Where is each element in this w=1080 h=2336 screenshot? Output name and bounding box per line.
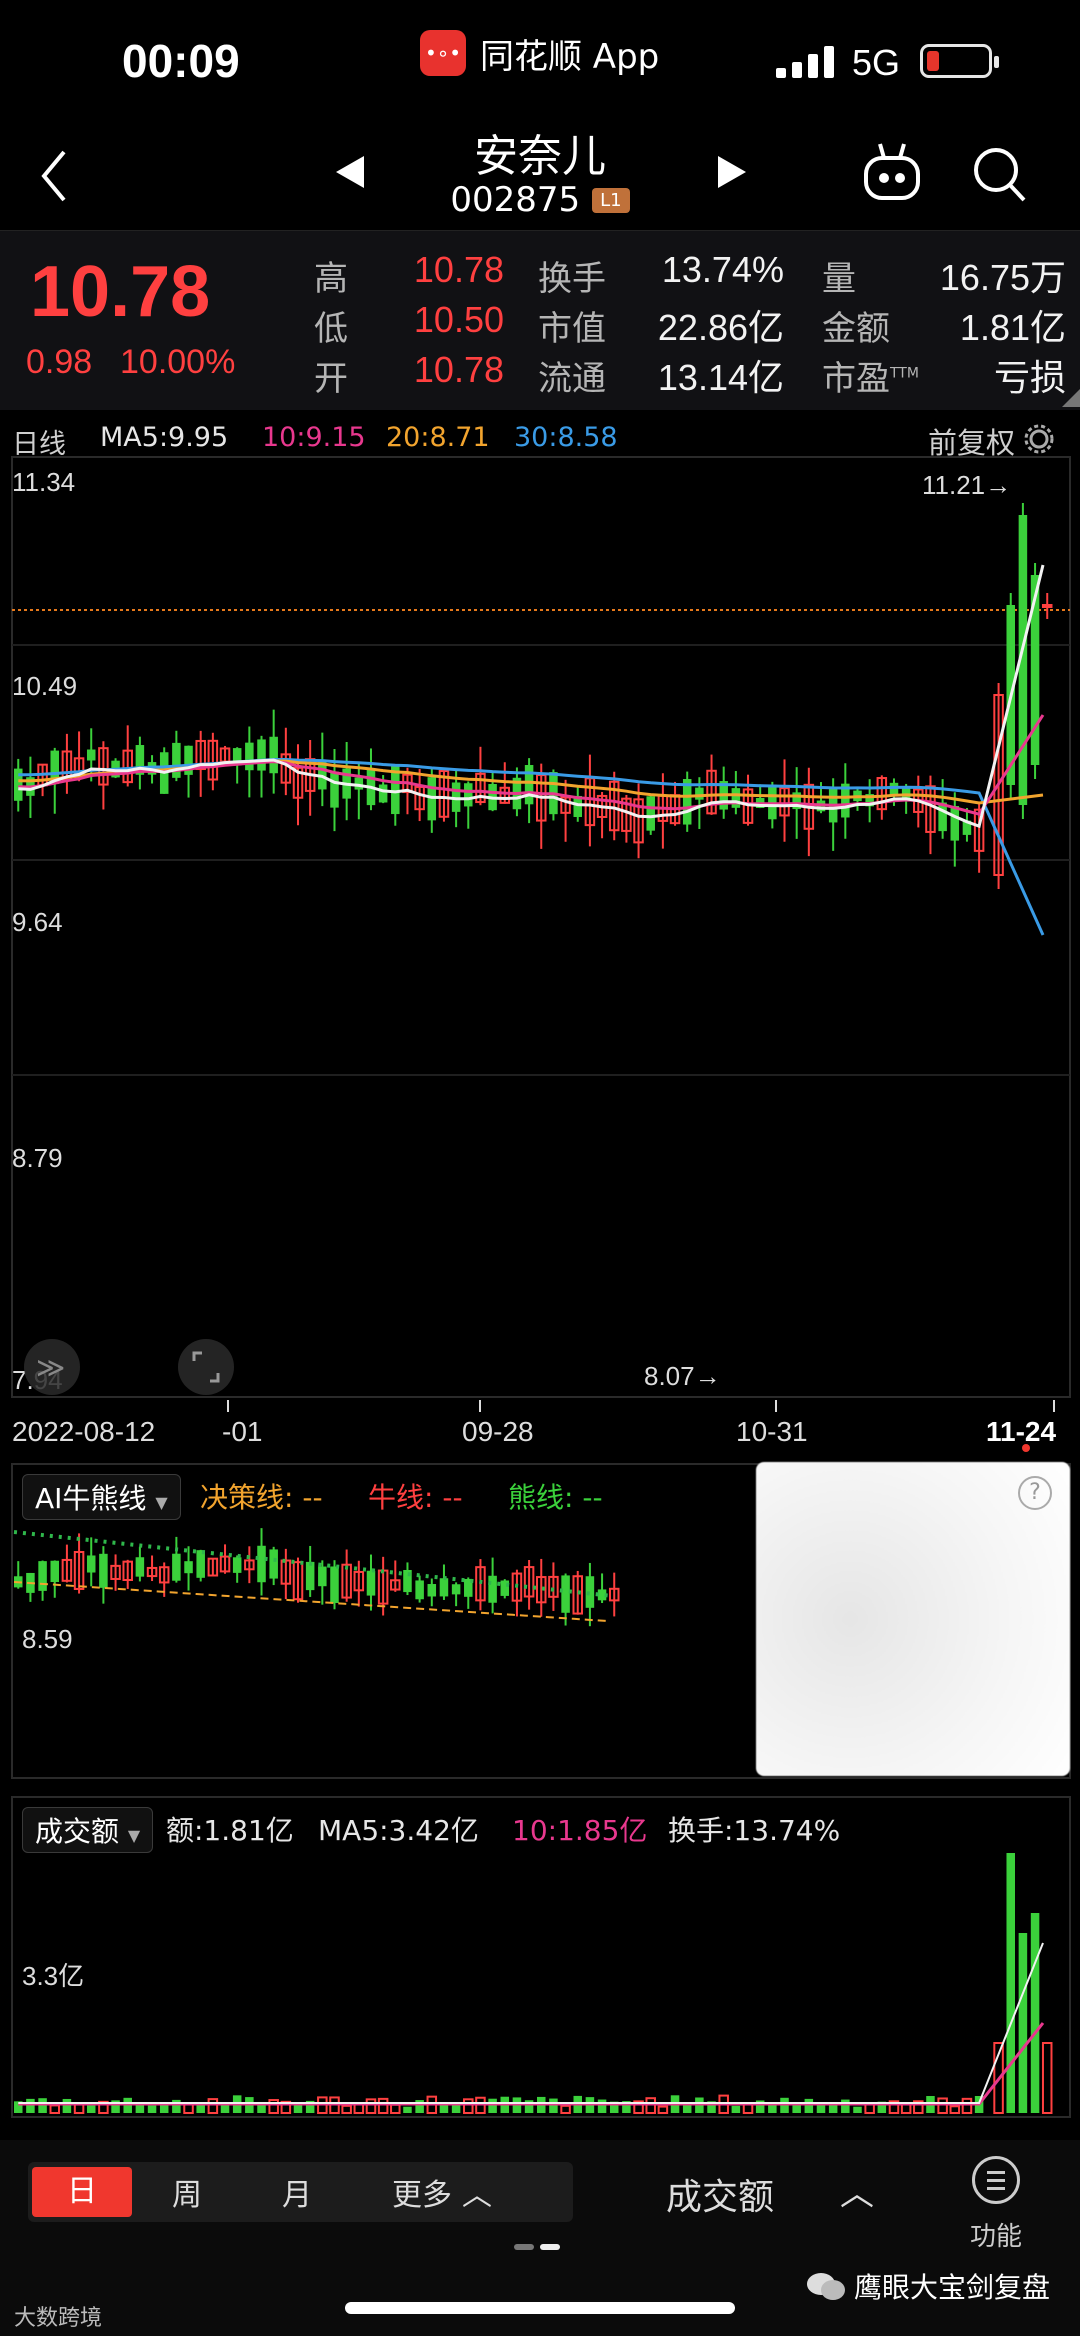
turnover-label: 换手: [538, 259, 606, 299]
ma10-legend: 10:9.15: [262, 422, 366, 453]
ma20-legend: 20:8.71: [386, 422, 490, 453]
settings-gear-icon[interactable]: [1024, 424, 1054, 454]
high-label: 高: [314, 259, 348, 299]
volume-label: 量: [822, 259, 856, 299]
date-1: 2022-08-12: [12, 1416, 156, 1447]
expand-corner-icon[interactable]: [1062, 389, 1080, 407]
amount-ma5: MA5:3.42亿: [318, 1814, 479, 1847]
date-axis: 2022-08-12 -01 09-28 10-31 11-24: [0, 1400, 1080, 1460]
home-indicator[interactable]: [345, 2302, 735, 2314]
amount-selector[interactable]: 成交额 ▼: [22, 1807, 154, 1853]
float-cap-label: 流通: [538, 359, 606, 399]
blurred-overlay-card[interactable]: [756, 1462, 1070, 1776]
amount-turnover: 换手:13.74%: [668, 1814, 841, 1847]
open-value: 10.78: [413, 349, 504, 390]
signal-icon: [776, 44, 834, 78]
decision-line-value: 决策线: --: [200, 1481, 323, 1514]
low-marker: 8.07→: [644, 1361, 721, 1391]
stock-code-row: 002875 L1: [340, 180, 740, 220]
period-selector: 日 周 月 更多 ︿: [28, 2162, 573, 2222]
date-5: 11-24: [986, 1416, 1057, 1447]
stock-name: 安奈儿: [474, 131, 606, 182]
bear-line-value: 熊线: --: [508, 1481, 603, 1514]
period-more[interactable]: 更多 ︿: [352, 2170, 532, 2214]
battery-icon: [920, 44, 999, 78]
back-icon[interactable]: [36, 146, 76, 206]
last-price: 10.78: [30, 252, 211, 332]
watermark-text: 鹰眼大宝剑复盘: [854, 2271, 1051, 2304]
chevron-up-icon[interactable]: ︿: [840, 2166, 874, 2215]
next-stock-icon[interactable]: [716, 154, 748, 190]
date-4: 10-31: [736, 1416, 808, 1447]
dropdown-caret-icon: ▼: [155, 1493, 168, 1512]
period-more-label: 更多: [392, 2178, 452, 2213]
panel3-y-label: 3.3亿: [22, 1961, 84, 1991]
amount-ma10: 10:1.85亿: [512, 1814, 648, 1847]
candlestick-chart[interactable]: 11.34 10.49 9.64 8.79 7.94 11.21→ 8.07→ …: [0, 455, 1080, 1400]
pe-value: 亏损: [993, 357, 1066, 398]
dropdown-caret-icon: ▼: [127, 1826, 141, 1845]
level-badge: L1: [592, 187, 630, 213]
volume-value: 16.75万: [939, 257, 1066, 298]
period-week[interactable]: 周: [132, 2170, 242, 2214]
y-axis-3: 9.64: [12, 907, 63, 937]
price-change: 0.98: [26, 343, 93, 381]
app-indicator: •∘• 同花顺 App: [420, 30, 660, 77]
quote-panel: 10.78 0.98 10.00% 高 10.78 换手 13.74% 量 16…: [0, 230, 1080, 410]
amount-value: 1.81亿: [959, 307, 1066, 348]
bull-line-value: 牛线: --: [368, 1481, 463, 1514]
float-cap-value: 13.14亿: [657, 357, 784, 398]
network-type: 5G: [852, 42, 901, 83]
app-icon: •∘•: [420, 30, 466, 76]
ma-legend: 日线 MA5:9.95 10:9.15 20:8.71 30:8.58 前复权: [0, 418, 1080, 460]
page-indicator-1: [514, 2244, 534, 2250]
status-bar: 00:09 •∘• 同花顺 App 5G: [0, 0, 1080, 120]
chevron-up-icon: ︿: [462, 2178, 492, 2213]
low-label: 低: [314, 309, 348, 349]
y-axis-top: 11.34: [12, 467, 75, 497]
date-3: 09-28: [462, 1416, 534, 1447]
help-icon[interactable]: ?: [1018, 1476, 1052, 1510]
market-cap-value: 22.86亿: [657, 307, 784, 348]
ai-bull-bear-selector[interactable]: AI牛熊线 ▼: [22, 1474, 181, 1520]
amount-title: 成交额: [35, 1815, 120, 1848]
high-value: 10.78: [413, 249, 504, 290]
search-icon[interactable]: [970, 140, 1030, 206]
market-cap-label: 市值: [538, 309, 606, 349]
period-month[interactable]: 月: [242, 2170, 352, 2214]
app-name: 同花顺 App: [480, 36, 660, 77]
price-change-pct: 10.00%: [120, 343, 236, 381]
date-2: -01: [222, 1416, 263, 1447]
period-day[interactable]: 日: [32, 2167, 132, 2217]
fullscreen-icon: [178, 1339, 234, 1395]
turnover-value: 13.74%: [661, 249, 784, 290]
ai-bull-bear-panel: 8.59 AI牛熊线 ▼ 决策线: -- 牛线: -- 熊线: -- ?: [0, 1462, 1080, 1782]
y-axis-4: 8.79: [12, 1143, 63, 1173]
amount-panel: 3.3亿 成交额 ▼ 额:1.81亿 MA5:3.42亿 10:1.85亿 换手…: [0, 1795, 1080, 2135]
watermark: 鹰眼大宝剑复盘: [806, 2266, 1050, 2306]
robot-assistant-icon[interactable]: [862, 140, 922, 206]
corner-brand: 大数跨境: [14, 2306, 103, 2331]
panel2-y-label: 8.59: [22, 1624, 73, 1654]
ma30-legend: 30:8.58: [514, 422, 618, 453]
svg-text:≫: ≫: [36, 1351, 65, 1384]
ai-bull-bear-title: AI牛熊线: [35, 1482, 147, 1515]
page-indicator-2: [540, 2244, 560, 2250]
indicator-selector[interactable]: 成交额: [666, 2168, 774, 2220]
wechat-icon: [807, 2273, 845, 2300]
open-label: 开: [314, 359, 348, 399]
low-value: 10.50: [413, 299, 504, 340]
clock: 00:09: [122, 35, 240, 87]
amount-value: 额:1.81亿: [166, 1814, 294, 1847]
high-marker: 11.21→: [922, 470, 1011, 500]
today-dot: [1022, 1444, 1030, 1452]
function-icon[interactable]: [972, 2156, 1020, 2204]
ma5-legend: MA5:9.95: [100, 422, 229, 453]
stock-code: 002875: [450, 180, 581, 220]
collapse-icon: ≫: [24, 1339, 80, 1395]
y-axis-2: 10.49: [12, 671, 77, 701]
function-label[interactable]: 功能: [970, 2216, 1022, 2253]
stock-nav-bar: 安奈儿 002875 L1: [0, 120, 1080, 230]
